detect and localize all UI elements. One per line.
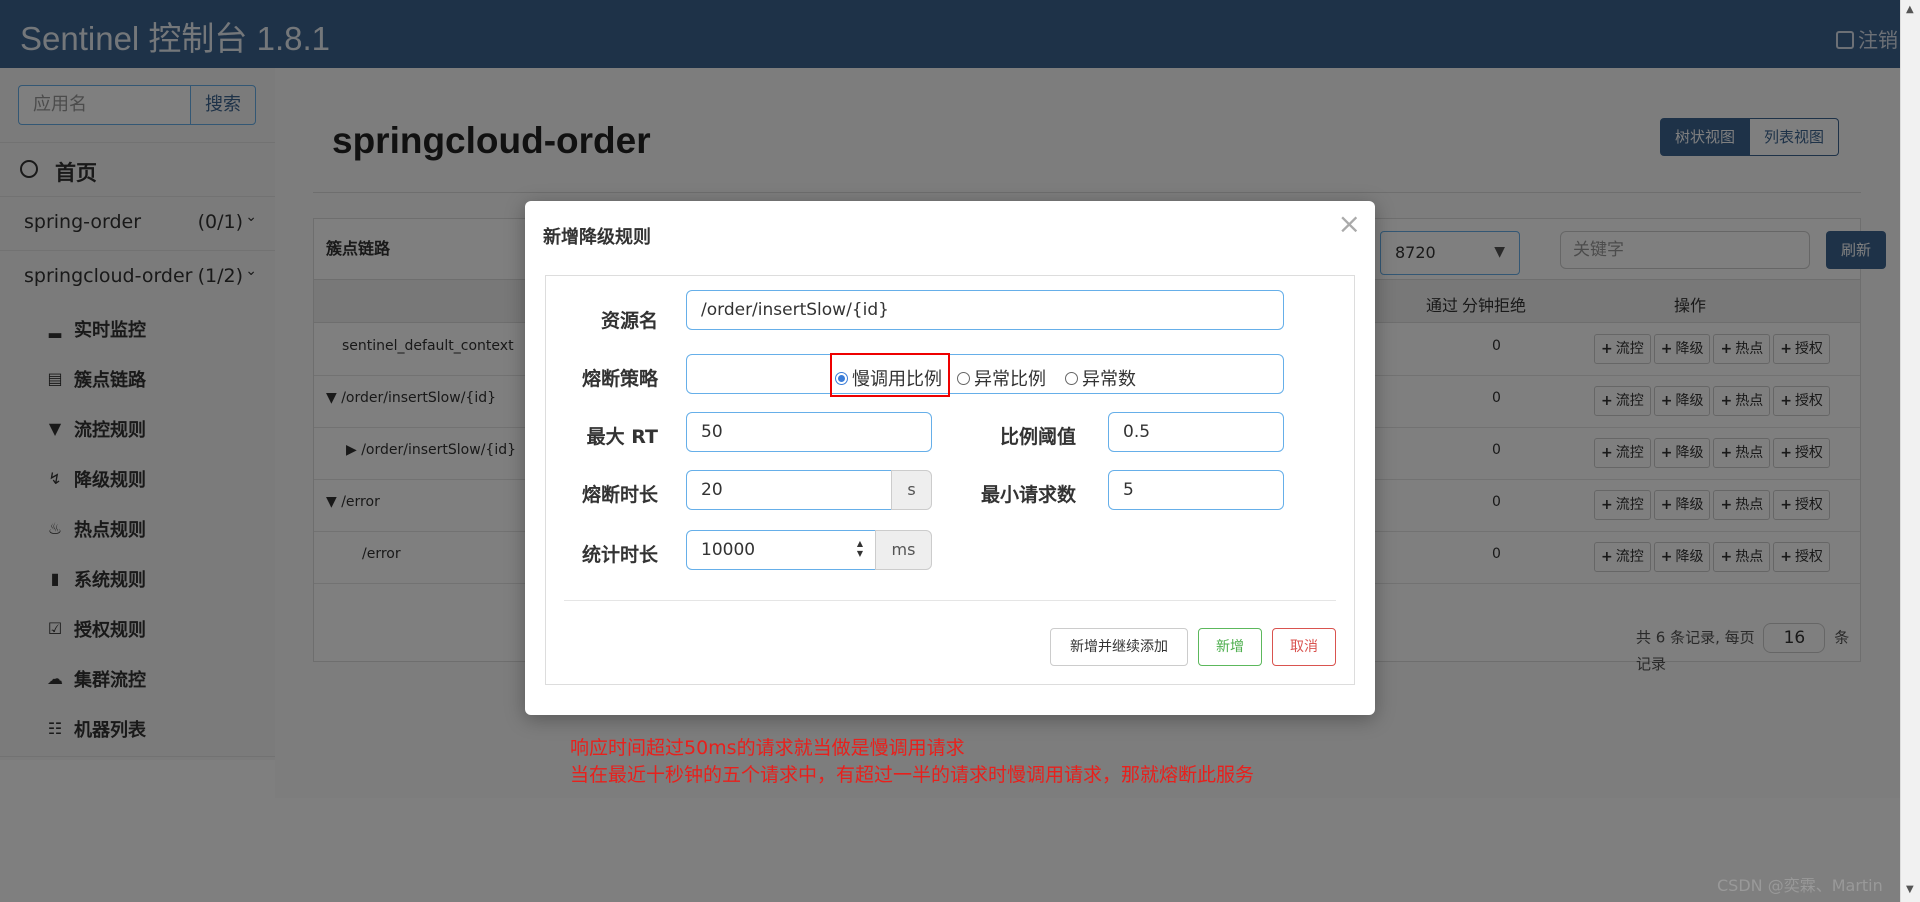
close-icon[interactable]: × [1338, 207, 1361, 240]
strategy-exception-ratio[interactable]: 异常比例 [957, 365, 1046, 391]
strategy-label: 熔断策略 [581, 368, 658, 390]
radio-checked-icon [835, 372, 848, 385]
strategy-exception-count[interactable]: 异常数 [1065, 365, 1136, 391]
strategy-slow-ratio[interactable]: 慢调用比例 [835, 365, 942, 391]
stat-interval-unit: ms [875, 530, 932, 570]
max-rt-input[interactable]: 50 [686, 412, 932, 452]
stat-interval-input[interactable]: 10000 ▲ ▼ [686, 530, 876, 570]
watermark: CSDN @奕霖、Martin [1717, 876, 1883, 895]
scroll-up-icon[interactable]: ▲ [1906, 4, 1914, 15]
radio-unchecked-icon [1065, 372, 1078, 385]
degrade-rule-dialog: 新增降级规则 × 资源名 /order/insertSlow/{id} 熔断策略… [525, 201, 1375, 715]
rule-form: 资源名 /order/insertSlow/{id} 熔断策略 慢调用比例 异常… [545, 275, 1355, 685]
duration-input[interactable]: 20 [686, 470, 892, 510]
form-divider [564, 600, 1336, 601]
ratio-input[interactable]: 0.5 [1108, 412, 1284, 452]
ratio-label: 比例阈值 [999, 426, 1076, 448]
add-and-continue-button[interactable]: 新增并继续添加 [1050, 628, 1188, 666]
spinner-icon[interactable]: ▲ ▼ [857, 539, 863, 559]
page-scrollbar[interactable]: ▲ ▼ [1900, 0, 1920, 902]
dialog-title: 新增降级规则 [543, 227, 651, 248]
radio-label: 慢调用比例 [852, 369, 942, 390]
min-request-input[interactable]: 5 [1108, 470, 1284, 510]
resource-label: 资源名 [600, 310, 658, 332]
radio-label: 异常数 [1082, 369, 1136, 390]
add-button[interactable]: 新增 [1198, 628, 1262, 666]
min-request-label: 最小请求数 [980, 484, 1076, 506]
resource-input[interactable]: /order/insertSlow/{id} [686, 290, 1284, 330]
annotation-line-2: 当在最近十秒钟的五个请求中，有超过一半的请求时慢调用请求，那就熔断此服务 [570, 764, 1255, 786]
cancel-button[interactable]: 取消 [1272, 628, 1336, 666]
max-rt-label: 最大 RT [586, 426, 658, 448]
radio-unchecked-icon [957, 372, 970, 385]
radio-label: 异常比例 [974, 369, 1046, 390]
scroll-down-icon[interactable]: ▼ [1906, 884, 1914, 895]
strategy-radio-group: 慢调用比例 异常比例 异常数 [686, 353, 1284, 397]
duration-unit: s [891, 470, 932, 510]
stat-interval-value: 10000 [701, 540, 756, 560]
annotation-line-1: 响应时间超过50ms的请求就当做是慢调用请求 [570, 737, 965, 759]
stat-interval-label: 统计时长 [581, 544, 658, 566]
duration-label: 熔断时长 [581, 484, 658, 506]
